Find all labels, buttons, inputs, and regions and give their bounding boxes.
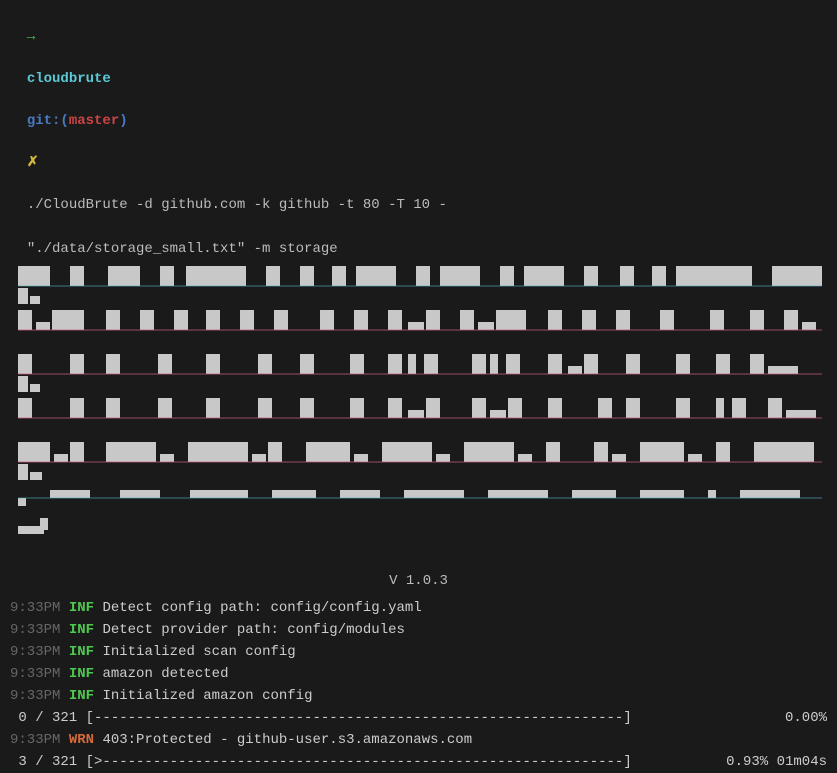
shell-prompt: → cloudbrute git:(master) ✗ ./CloudBrute… <box>10 6 827 216</box>
log-line: 9:33PM INF Initialized amazon config <box>10 686 827 707</box>
prompt-marker: ✗ <box>27 155 39 171</box>
log-line: 9:33PM INF Initialized scan config <box>10 642 827 663</box>
progress-bar-1: 0 / 321 [-------------------------------… <box>10 708 827 729</box>
prompt-arrow: → <box>27 29 35 45</box>
progress-count: 0 / 321 <box>10 708 86 729</box>
progress-percent: 0.00% <box>768 708 827 729</box>
log-line: 9:33PM INF Detect config path: config/co… <box>10 598 827 619</box>
log-line: 9:33PM INF amazon detected <box>10 664 827 685</box>
command-text-2: "./data/storage_small.txt" -m storage <box>27 241 338 257</box>
warn-line: 9:33PM WRN 403:Protected - github-user.s… <box>10 730 827 751</box>
log-output: 9:33PM INF Detect config path: config/co… <box>10 598 827 707</box>
command-text-1: ./CloudBrute -d github.com -k github -t … <box>27 197 447 213</box>
ascii-banner <box>10 266 825 561</box>
command-continuation: "./data/storage_small.txt" -m storage <box>10 218 827 260</box>
progress-bar-visual: [---------------------------------------… <box>86 708 632 729</box>
git-branch: master <box>69 113 119 129</box>
version-label: V 1.0.3 <box>10 571 827 592</box>
progress-bar-2: 3 / 321 [>------------------------------… <box>10 752 827 773</box>
log-line: 9:33PM INF Detect provider path: config/… <box>10 620 827 641</box>
git-label: git:( <box>27 113 69 129</box>
prompt-dir: cloudbrute <box>27 71 111 87</box>
progress-bar-visual: [>--------------------------------------… <box>86 752 632 773</box>
git-close: ) <box>119 113 127 129</box>
progress-percent: 0.93% 01m04s <box>709 752 827 773</box>
progress-count: 3 / 321 <box>10 752 86 773</box>
